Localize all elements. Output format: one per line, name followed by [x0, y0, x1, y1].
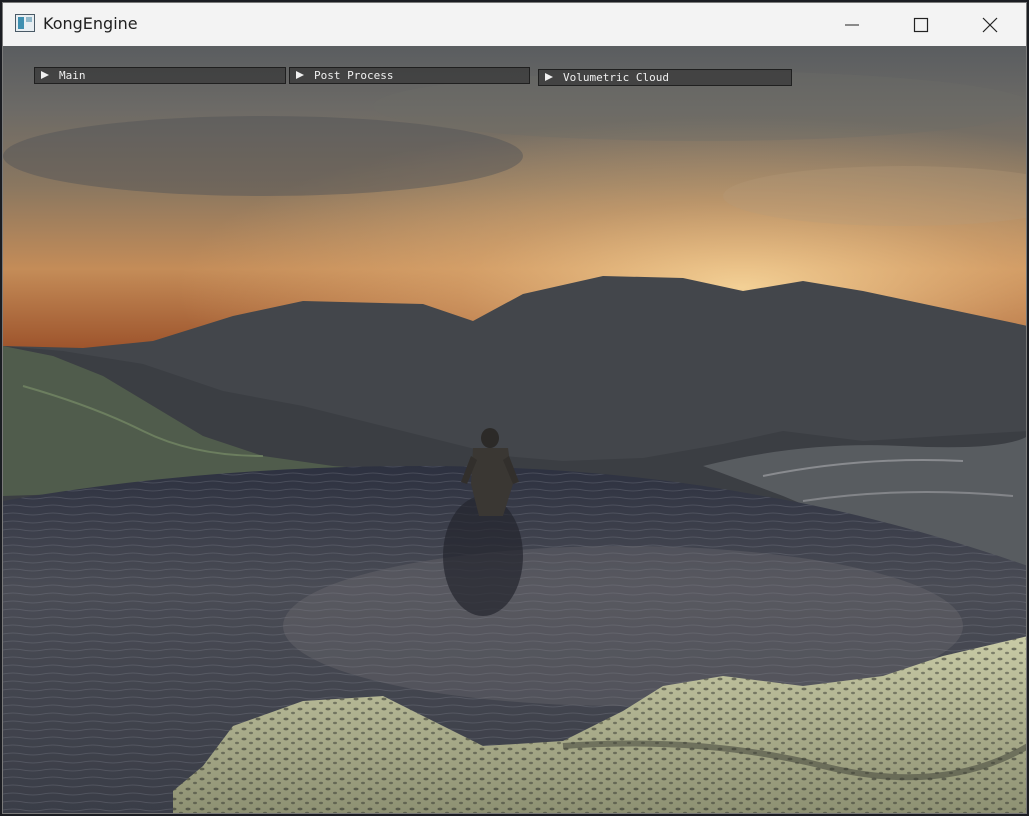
title-bar[interactable]: KongEngine: [3, 3, 1026, 46]
app-icon: [15, 14, 35, 32]
panel-header-label: Volumetric Cloud: [563, 71, 669, 84]
render-viewport[interactable]: Main Post Process Volumetric Cloud: [3, 46, 1026, 813]
panel-header-label: Main: [59, 69, 86, 82]
window-title: KongEngine: [43, 14, 138, 33]
panel-header-post-process[interactable]: Post Process: [289, 67, 530, 84]
minimize-button[interactable]: [818, 3, 886, 46]
panel-header-label: Post Process: [314, 69, 394, 82]
close-button[interactable]: [956, 3, 1024, 46]
expand-arrow-icon: [545, 73, 553, 81]
minimize-icon: [845, 24, 859, 25]
panel-header-main[interactable]: Main: [34, 67, 286, 84]
maximize-button[interactable]: [887, 3, 955, 46]
expand-arrow-icon: [296, 71, 304, 79]
close-icon: [982, 17, 998, 32]
expand-arrow-icon: [41, 71, 49, 79]
maximize-icon: [913, 17, 929, 32]
app-window: KongEngine Main Post Process Volumetric …: [2, 2, 1027, 814]
terrain-scene-render: [3, 46, 1026, 813]
panel-header-volumetric-cloud[interactable]: Volumetric Cloud: [538, 69, 792, 86]
